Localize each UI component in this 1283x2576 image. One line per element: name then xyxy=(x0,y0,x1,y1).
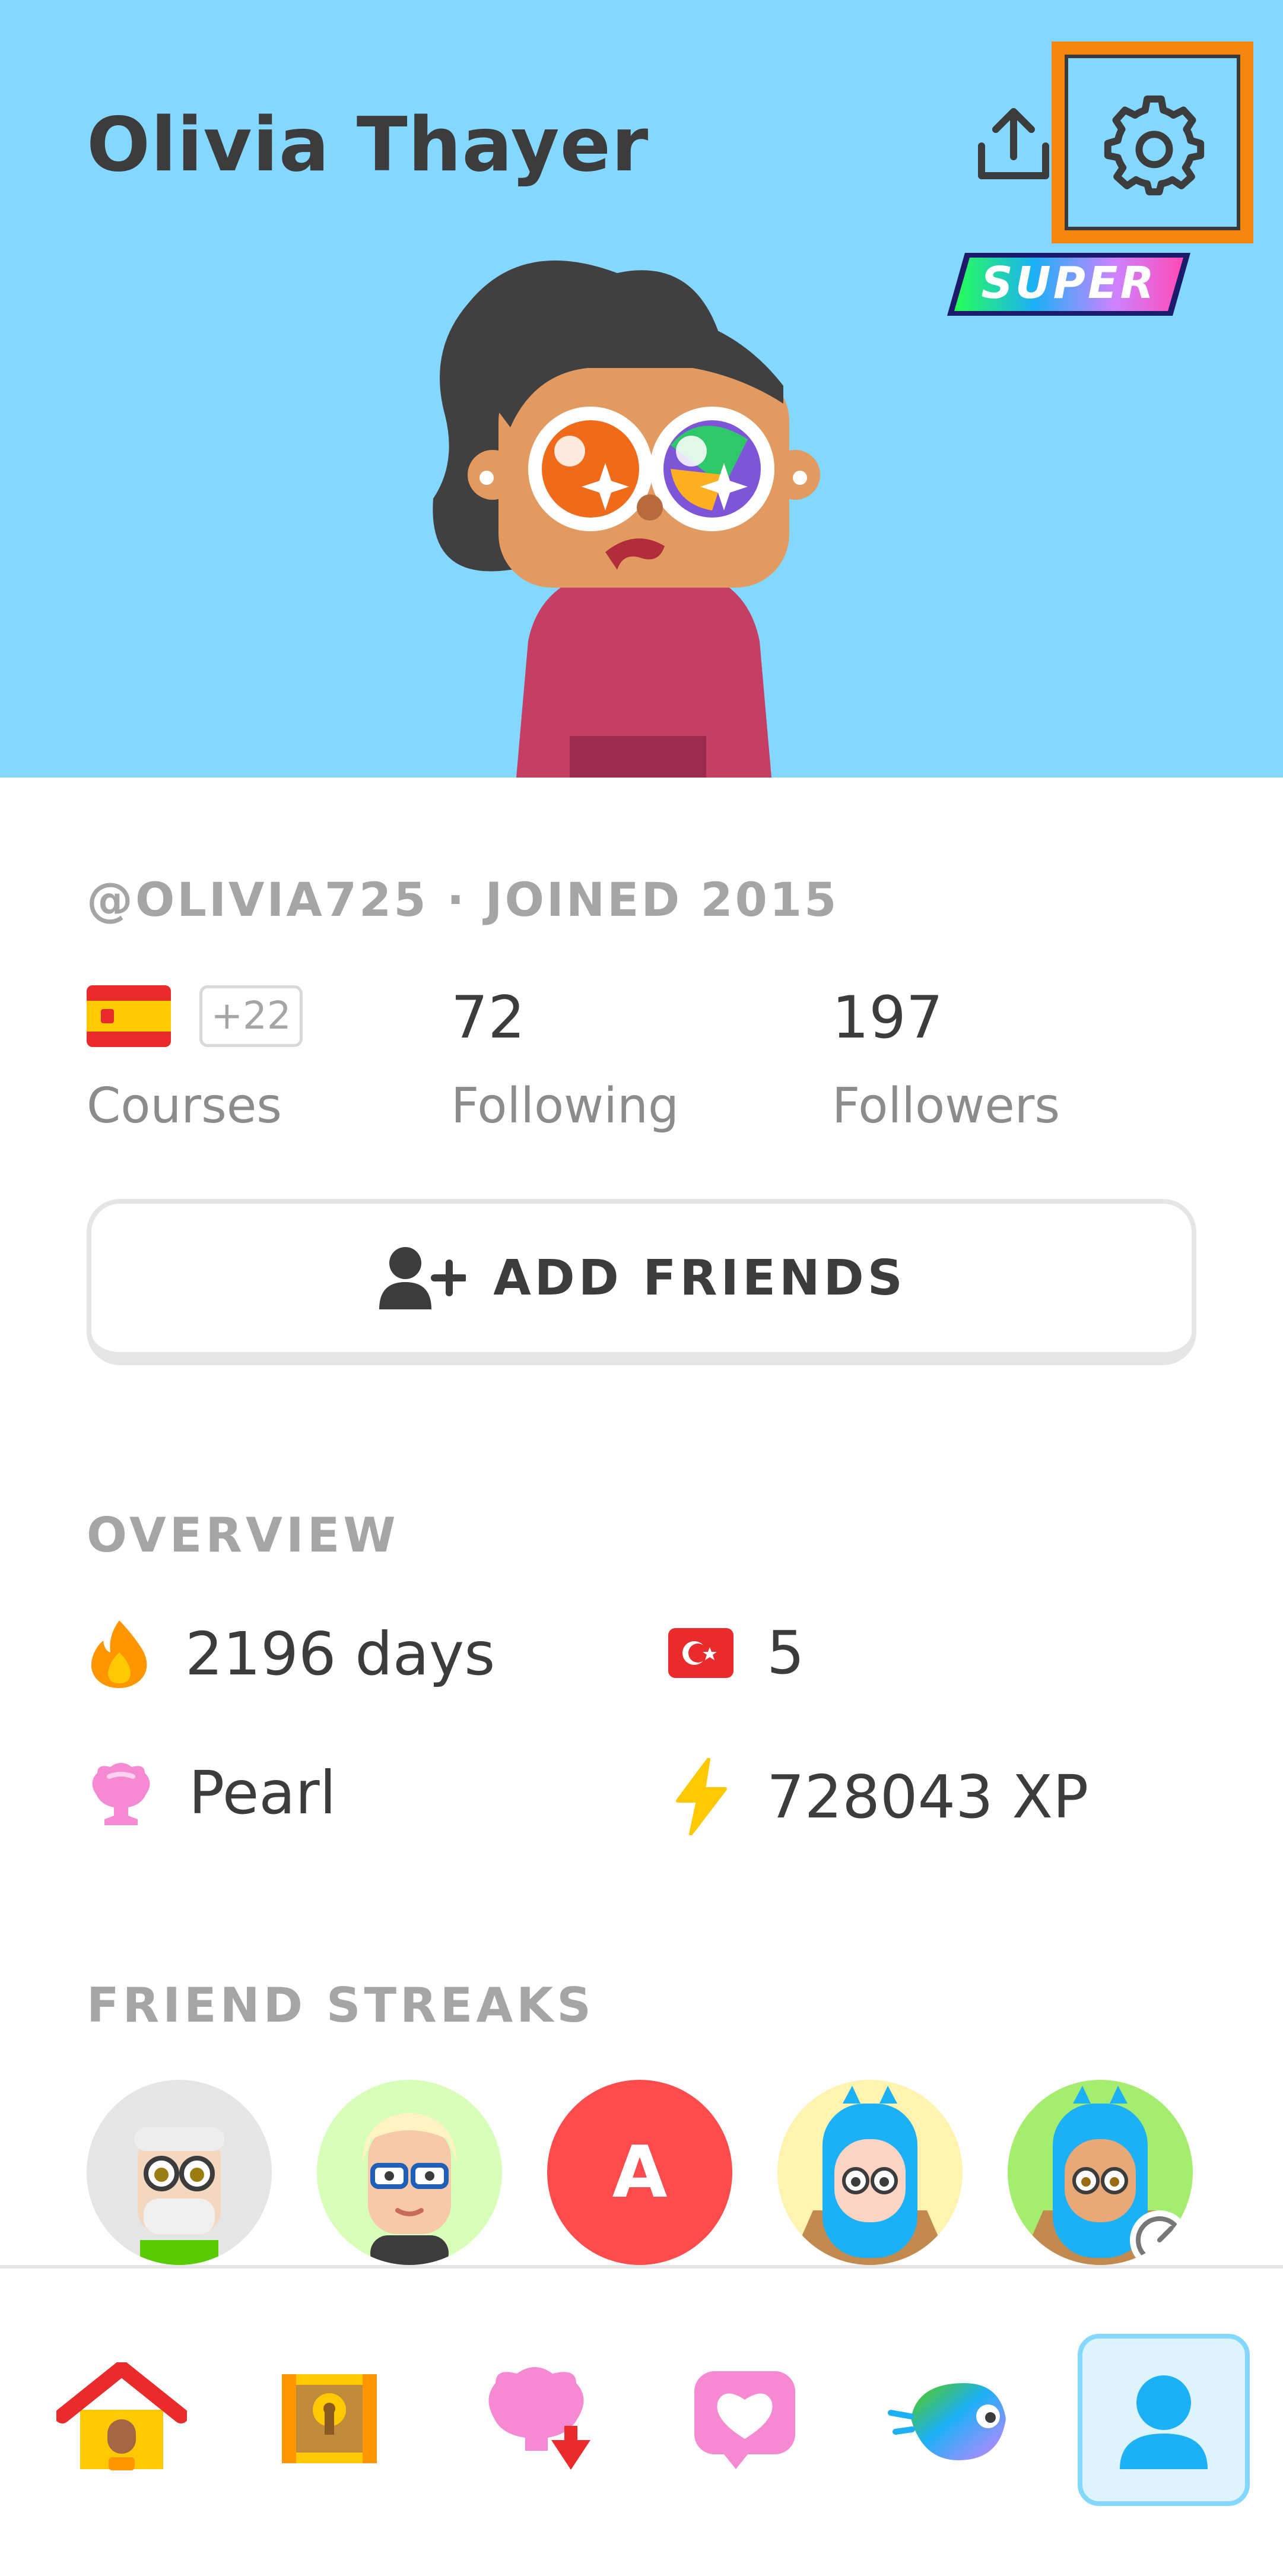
followers-count[interactable]: 197 xyxy=(832,984,943,1052)
xp-stat: 728043 XP xyxy=(668,1758,1088,1835)
flag-count: 5 xyxy=(767,1618,805,1687)
spanish-flag-icon[interactable] xyxy=(87,985,171,1047)
nav-stories[interactable] xyxy=(261,2350,398,2487)
home-icon xyxy=(56,2362,187,2470)
overview-heading: OVERVIEW xyxy=(87,1508,399,1563)
friend-initial: A xyxy=(612,2131,668,2214)
nav-home[interactable] xyxy=(53,2350,190,2487)
add-friend-icon xyxy=(379,1247,466,1309)
super-badge: SUPER xyxy=(941,249,1196,319)
nav-hearts[interactable] xyxy=(677,2350,813,2487)
profile-header: Olivia Thayer SUPER xyxy=(0,0,1283,778)
following-label[interactable]: Following xyxy=(451,1078,679,1134)
username-joined: @OLIVIA725 · JOINED 2015 xyxy=(87,874,839,927)
duo-bird-icon xyxy=(888,2383,1006,2460)
share-icon xyxy=(978,108,1049,179)
lightning-icon xyxy=(676,1758,727,1835)
friend-avatar[interactable] xyxy=(87,2080,272,2265)
treasure-chest-icon xyxy=(282,2374,377,2463)
user-avatar-illustration xyxy=(433,260,820,778)
nav-practice[interactable] xyxy=(884,2350,1021,2487)
streak-days: 2196 days xyxy=(185,1619,496,1689)
following-count[interactable]: 72 xyxy=(451,984,525,1052)
add-friends-button[interactable]: ADD FRIENDS xyxy=(87,1199,1196,1365)
more-courses-badge[interactable]: +22 xyxy=(199,985,303,1047)
profile-name: Olivia Thayer xyxy=(87,101,649,188)
friend-avatar[interactable] xyxy=(317,2080,502,2265)
friend-avatar[interactable] xyxy=(1008,2080,1193,2265)
league-trophy-icon xyxy=(488,2367,590,2470)
friend-avatar[interactable] xyxy=(777,2080,963,2265)
heart-message-icon xyxy=(694,2371,795,2469)
nav-leagues[interactable] xyxy=(469,2350,605,2487)
flag-stat: 5 xyxy=(668,1618,805,1687)
courses-label: Courses xyxy=(87,1078,282,1134)
settings-button[interactable] xyxy=(1104,95,1205,196)
turkey-flag-icon xyxy=(668,1628,733,1678)
followers-label[interactable]: Followers xyxy=(832,1078,1060,1134)
friend-avatar[interactable]: A xyxy=(547,2080,732,2265)
streak-stat: 2196 days xyxy=(87,1618,495,1689)
share-button[interactable] xyxy=(971,102,1056,188)
super-badge-label: SUPER xyxy=(981,258,1157,309)
league-name: Pearl xyxy=(189,1758,336,1828)
nav-profile-active[interactable] xyxy=(1078,2334,1250,2506)
flame-icon xyxy=(91,1620,147,1688)
league-stat: Pearl xyxy=(87,1758,336,1828)
gear-icon xyxy=(1104,95,1205,196)
trophy-icon xyxy=(92,1762,150,1825)
add-friends-label: ADD FRIENDS xyxy=(493,1249,906,1306)
profile-icon xyxy=(1120,2375,1208,2469)
friend-streaks-heading: FRIEND STREAKS xyxy=(87,1978,595,2033)
xp-total: 728043 XP xyxy=(767,1762,1089,1832)
